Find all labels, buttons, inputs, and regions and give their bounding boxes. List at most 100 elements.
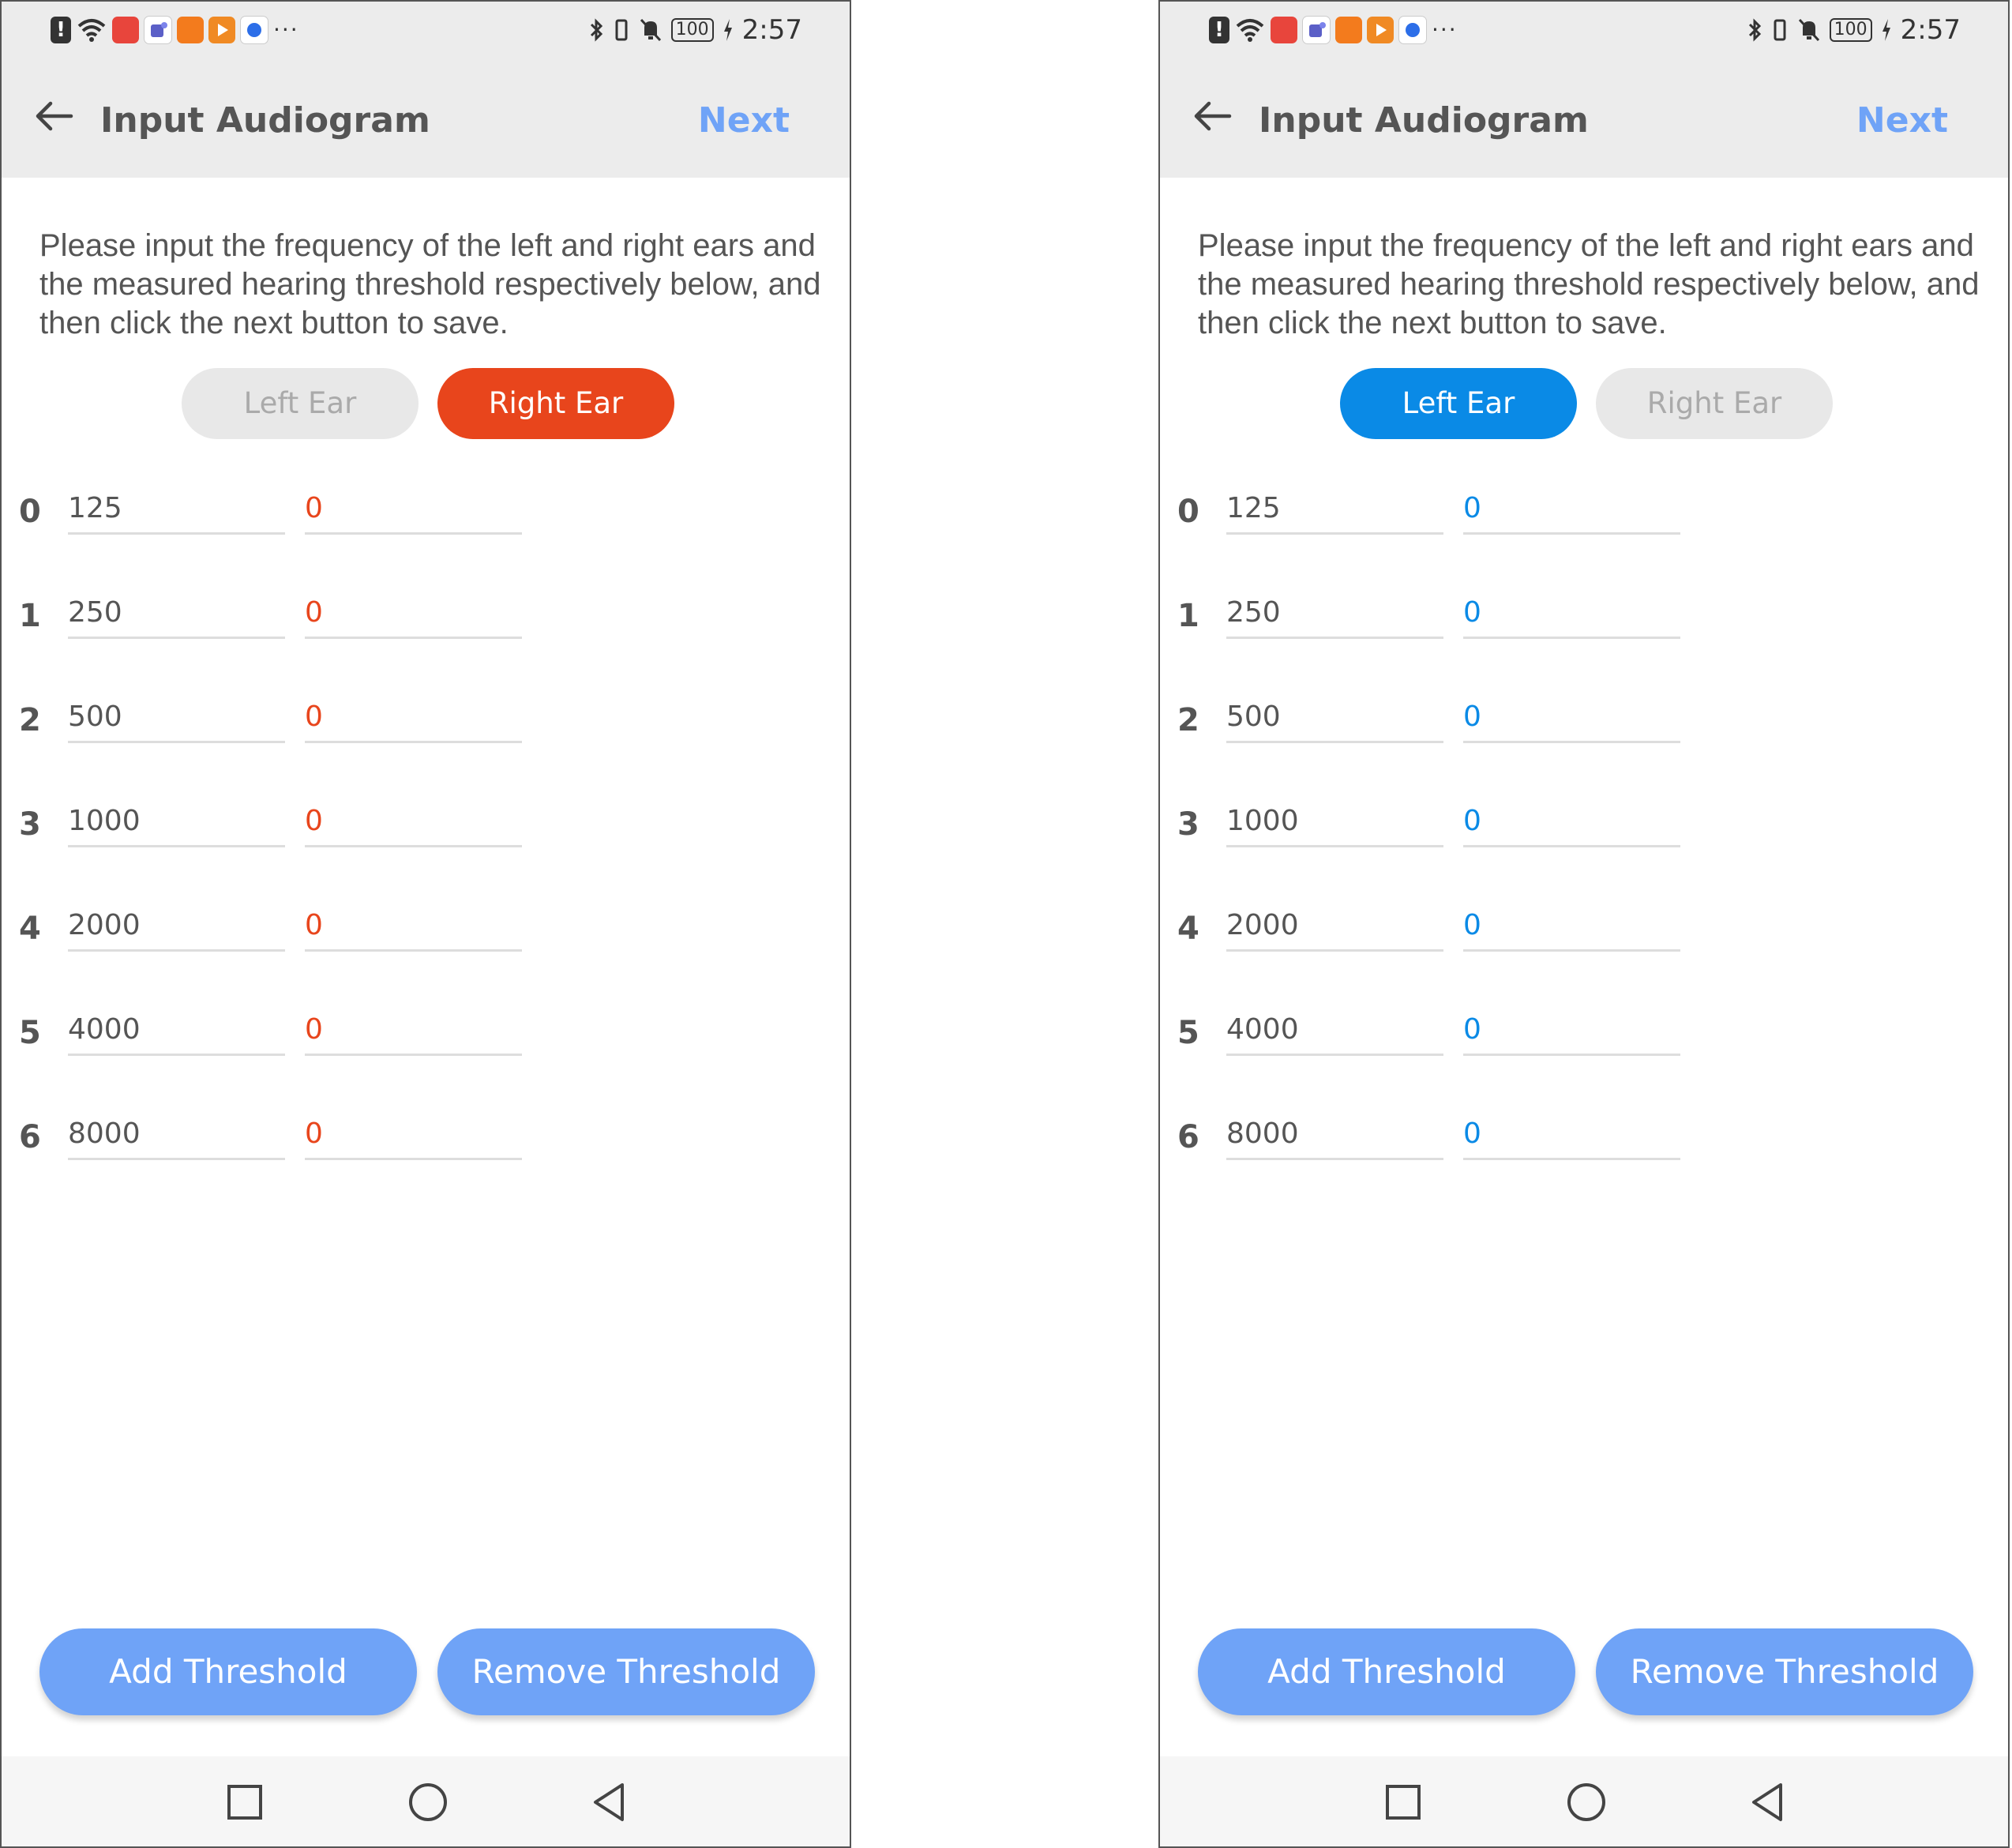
frequency-input[interactable]: 500: [68, 693, 285, 743]
list-item: 0 125 0: [2, 475, 850, 547]
baidu-app-icon: [240, 16, 268, 44]
frequency-input[interactable]: 4000: [68, 1006, 285, 1056]
threshold-input[interactable]: 0: [305, 1110, 522, 1160]
frequency-input[interactable]: 2000: [68, 902, 285, 952]
frequency-input[interactable]: 500: [1226, 693, 1443, 743]
list-item: 2 500 0: [1160, 684, 2008, 755]
threshold-input[interactable]: 0: [1463, 693, 1680, 743]
alert-icon: !: [1209, 17, 1229, 43]
frequency-input[interactable]: 250: [1226, 589, 1443, 639]
frequency-input[interactable]: 125: [1226, 485, 1443, 535]
video-app-icon: [208, 17, 235, 43]
add-threshold-button[interactable]: Add Threshold: [1198, 1628, 1575, 1715]
frequency-input[interactable]: 4000: [1226, 1006, 1443, 1056]
next-button[interactable]: Next: [698, 99, 790, 143]
home-circle-icon[interactable]: [1564, 1780, 1608, 1824]
threshold-input[interactable]: 0: [1463, 589, 1680, 639]
list-item: 6 8000 0: [2, 1101, 850, 1172]
row-index: 2: [19, 702, 41, 738]
instructions-text: Please input the frequency of the left a…: [1198, 228, 1980, 340]
row-index: 6: [19, 1119, 41, 1155]
battery-icon: 100: [1829, 18, 1872, 42]
remove-threshold-button[interactable]: Remove Threshold: [437, 1628, 815, 1715]
huawei-app-icon: [1271, 17, 1297, 43]
list-item: 3 1000 0: [2, 788, 850, 859]
vibrate-icon: [1774, 19, 1786, 41]
threshold-input[interactable]: 0: [1463, 485, 1680, 535]
threshold-input[interactable]: 0: [305, 589, 522, 639]
frequency-input[interactable]: 8000: [68, 1110, 285, 1160]
header-area: ! ··· 100 2:57 Input Audiogram Next: [2, 2, 850, 178]
row-index: 2: [1177, 702, 1199, 738]
teams-app-icon: [1302, 16, 1331, 44]
left-ear-tab[interactable]: Left Ear: [182, 368, 419, 439]
list-item: 6 8000 0: [1160, 1101, 2008, 1172]
back-triangle-icon[interactable]: [1746, 1780, 1790, 1824]
mute-icon: [640, 18, 661, 42]
home-app-icon: [1335, 17, 1362, 43]
frequency-input[interactable]: 1000: [68, 798, 285, 847]
threshold-input[interactable]: 0: [1463, 1110, 1680, 1160]
home-circle-icon[interactable]: [406, 1780, 450, 1824]
row-index: 3: [1177, 806, 1199, 843]
frequency-input[interactable]: 1000: [1226, 798, 1443, 847]
add-threshold-button[interactable]: Add Threshold: [39, 1628, 417, 1715]
list-item: 1 250 0: [1160, 580, 2008, 651]
back-arrow-icon[interactable]: [1190, 94, 1234, 138]
threshold-input[interactable]: 0: [305, 693, 522, 743]
bluetooth-icon: [1748, 18, 1761, 42]
clock: 2:57: [1900, 14, 1961, 46]
list-item: 4 2000 0: [2, 892, 850, 963]
frequency-input[interactable]: 8000: [1226, 1110, 1443, 1160]
charging-icon: [723, 19, 732, 41]
recent-apps-square-icon[interactable]: [223, 1780, 267, 1824]
mute-icon: [1798, 18, 1819, 42]
frequency-input[interactable]: 125: [68, 485, 285, 535]
left-ear-tab[interactable]: Left Ear: [1340, 368, 1577, 439]
back-arrow-icon[interactable]: [32, 94, 76, 138]
teams-app-icon: [144, 16, 172, 44]
right-ear-tab[interactable]: Right Ear: [437, 368, 674, 439]
bluetooth-icon: [590, 18, 602, 42]
status-bar: ! ··· 100 2:57: [2, 2, 850, 61]
charging-icon: [1882, 19, 1890, 41]
page-title: Input Audiogram: [1259, 100, 1589, 141]
frequency-input[interactable]: 250: [68, 589, 285, 639]
alert-icon: !: [51, 17, 71, 43]
list-item: 3 1000 0: [1160, 788, 2008, 859]
row-index: 4: [1177, 911, 1199, 947]
recent-apps-square-icon[interactable]: [1381, 1780, 1425, 1824]
list-item: 4 2000 0: [1160, 892, 2008, 963]
back-triangle-icon[interactable]: [587, 1780, 632, 1824]
threshold-input[interactable]: 0: [305, 485, 522, 535]
threshold-input[interactable]: 0: [1463, 798, 1680, 847]
battery-icon: 100: [670, 18, 714, 42]
list-item: 5 4000 0: [2, 997, 850, 1068]
threshold-input[interactable]: 0: [1463, 1006, 1680, 1056]
threshold-input[interactable]: 0: [305, 798, 522, 847]
page-title: Input Audiogram: [100, 100, 430, 141]
app-bar: Input Audiogram Next: [2, 61, 850, 178]
instructions-text: Please input the frequency of the left a…: [39, 228, 821, 340]
remove-threshold-button[interactable]: Remove Threshold: [1596, 1628, 1973, 1715]
overflow-dots: ···: [273, 17, 299, 43]
row-index: 0: [19, 494, 41, 530]
header-area: ! ··· 100 2:57 Input Audiogram Next: [1160, 2, 2008, 178]
right-ear-tab[interactable]: Right Ear: [1596, 368, 1833, 439]
row-index: 0: [1177, 494, 1199, 530]
row-index: 5: [1177, 1015, 1199, 1051]
row-index: 1: [1177, 598, 1199, 634]
row-index: 6: [1177, 1119, 1199, 1155]
vibrate-icon: [615, 19, 628, 41]
frequency-input[interactable]: 2000: [1226, 902, 1443, 952]
app-bar: Input Audiogram Next: [1160, 61, 2008, 178]
threshold-input[interactable]: 0: [305, 902, 522, 952]
list-item: 1 250 0: [2, 580, 850, 651]
row-index: 3: [19, 806, 41, 843]
threshold-input[interactable]: 0: [305, 1006, 522, 1056]
next-button[interactable]: Next: [1856, 99, 1948, 143]
phone-screen-right-ear: ! ··· 100 2:57 Input Audiogram Next Plea…: [0, 0, 851, 1848]
row-index: 4: [19, 911, 41, 947]
threshold-input[interactable]: 0: [1463, 902, 1680, 952]
wifi-icon: [77, 19, 106, 42]
